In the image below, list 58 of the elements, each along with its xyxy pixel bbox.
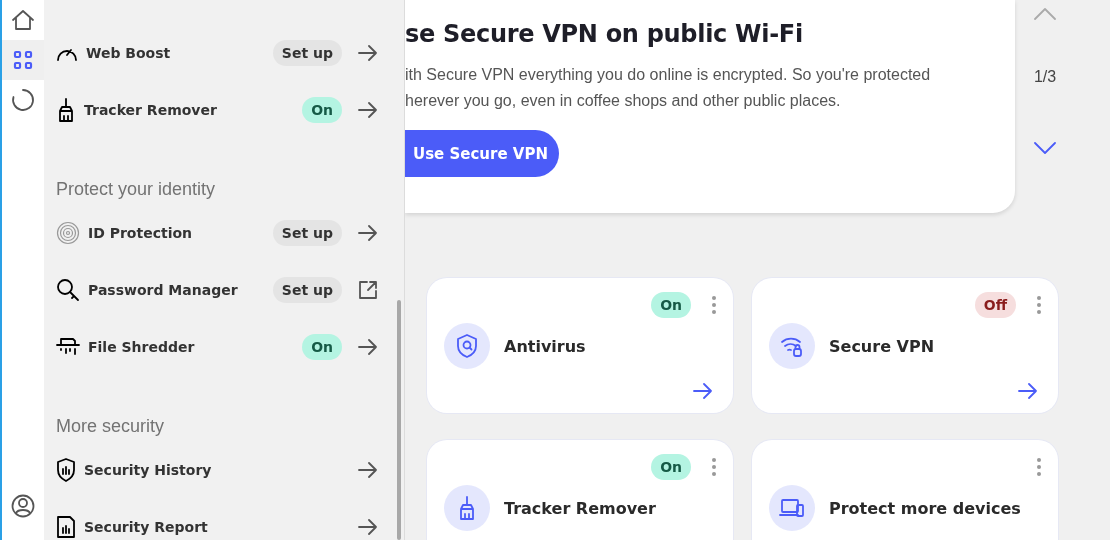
apps-icon[interactable] <box>13 50 33 70</box>
external-link-icon[interactable] <box>358 279 378 300</box>
status-pill: On <box>302 333 342 360</box>
card-title: Secure VPN <box>829 336 935 356</box>
feature-card[interactable]: On Tracker Remover <box>427 440 733 540</box>
devices-icon <box>779 498 805 518</box>
feature-card[interactable]: Off Secure VPN <box>752 278 1058 413</box>
shield-search-icon <box>456 334 478 358</box>
fingerprint-icon <box>56 220 80 245</box>
menu-item[interactable]: Tracker Remover <box>84 101 303 118</box>
arrow-icon[interactable] <box>358 518 378 535</box>
status-pill: On <box>302 96 342 123</box>
arrow-icon[interactable] <box>358 224 378 241</box>
arrow-icon[interactable] <box>693 383 713 399</box>
more-icon[interactable] <box>711 295 717 314</box>
status-pill: Set up <box>272 39 342 66</box>
report-icon <box>56 514 76 539</box>
feature-card[interactable]: Protect more devices <box>752 440 1058 540</box>
banner-text: herever you go, even in coffee shops and other public places. <box>405 91 841 111</box>
menu-item[interactable]: Security History <box>84 461 358 478</box>
home-icon[interactable] <box>11 9 35 31</box>
status-pill: On <box>651 291 691 318</box>
account-icon[interactable] <box>11 494 35 518</box>
arrow-icon[interactable] <box>358 101 378 118</box>
scrollbar[interactable] <box>397 300 401 540</box>
section-header: More security <box>55 415 166 438</box>
key-icon <box>56 277 80 302</box>
arrow-icon[interactable] <box>358 338 378 355</box>
menu-item[interactable]: Web Boost <box>86 44 273 61</box>
banner-text: ith Secure VPN everything you do online is encrypted. So you're protected <box>405 65 931 85</box>
more-icon[interactable] <box>711 457 717 476</box>
arrow-icon[interactable] <box>1018 383 1038 399</box>
more-icon[interactable] <box>1036 457 1042 476</box>
status-pill: On <box>651 453 691 480</box>
feature-card[interactable]: On Antivirus <box>427 278 733 413</box>
shield-chart-icon <box>56 457 76 482</box>
broom-icon <box>457 496 477 520</box>
chevron-down-icon[interactable] <box>1034 142 1056 154</box>
shredder-icon <box>56 336 80 357</box>
card-title: Tracker Remover <box>504 498 656 518</box>
menu-item[interactable]: Security Report <box>84 518 358 535</box>
use-vpn-button[interactable]: Use Secure VPN <box>405 130 559 177</box>
menu-item[interactable]: Password Manager <box>88 281 273 298</box>
status-pill: Set up <box>272 276 342 303</box>
arrow-icon[interactable] <box>358 44 378 61</box>
banner-title: se Secure VPN on public Wi-Fi <box>405 19 804 50</box>
broom-icon <box>56 97 76 122</box>
status-pill: Off <box>974 291 1016 318</box>
more-icon[interactable] <box>1036 295 1042 314</box>
card-title: Antivirus <box>504 336 586 356</box>
card-title: Protect more devices <box>829 498 1021 518</box>
page-counter: 1/3 <box>1033 68 1057 86</box>
status-pill: Set up <box>272 219 342 246</box>
arrow-icon[interactable] <box>358 461 378 478</box>
section-header: Protect your identity <box>55 178 217 201</box>
progress-icon[interactable] <box>11 88 35 112</box>
menu-item[interactable]: File Shredder <box>88 338 303 355</box>
menu-item[interactable]: ID Protection <box>88 224 273 241</box>
